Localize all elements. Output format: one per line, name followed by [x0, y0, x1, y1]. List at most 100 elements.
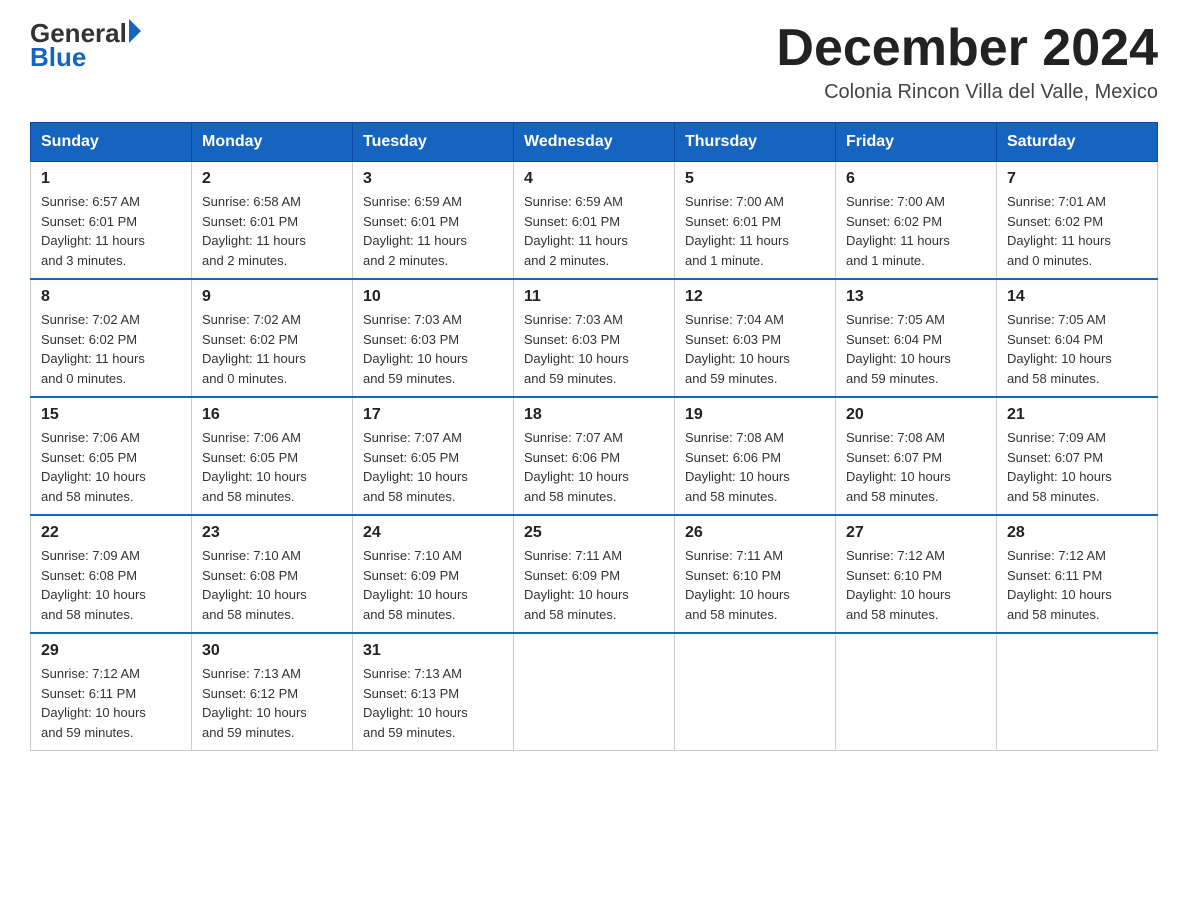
cell-week5-day3 [514, 633, 675, 751]
day-info: Sunrise: 7:12 AM Sunset: 6:11 PM Dayligh… [41, 664, 181, 742]
cell-week4-day4: 26 Sunrise: 7:11 AM Sunset: 6:10 PM Dayli… [675, 515, 836, 633]
cell-week2-day6: 14 Sunrise: 7:05 AM Sunset: 6:04 PM Dayli… [997, 279, 1158, 397]
day-info: Sunrise: 6:58 AM Sunset: 6:01 PM Dayligh… [202, 192, 342, 270]
header-thursday: Thursday [675, 123, 836, 162]
cell-week3-day4: 19 Sunrise: 7:08 AM Sunset: 6:06 PM Dayli… [675, 397, 836, 515]
day-number: 28 [1007, 524, 1147, 542]
header-friday: Friday [836, 123, 997, 162]
cell-week4-day3: 25Sunrise: 7:11 AM Sunset: 6:09 PM Dayli… [514, 515, 675, 633]
day-number: 10 [363, 288, 503, 306]
cell-week3-day1: 16 Sunrise: 7:06 AM Sunset: 6:05 PM Dayli… [192, 397, 353, 515]
cell-week4-day2: 24Sunrise: 7:10 AM Sunset: 6:09 PM Dayli… [353, 515, 514, 633]
day-info: Sunrise: 7:01 AM Sunset: 6:02 PM Dayligh… [1007, 192, 1147, 270]
logo-icon: General Blue [30, 20, 141, 70]
day-number: 4 [524, 170, 664, 188]
day-number: 9 [202, 288, 342, 306]
day-info: Sunrise: 7:03 AM Sunset: 6:03 PM Dayligh… [524, 310, 664, 388]
header-saturday: Saturday [997, 123, 1158, 162]
cell-week1-day4: 5 Sunrise: 7:00 AM Sunset: 6:01 PM Daylig… [675, 162, 836, 280]
header-sunday: Sunday [31, 123, 192, 162]
day-info: Sunrise: 6:57 AM Sunset: 6:01 PM Dayligh… [41, 192, 181, 270]
day-info: Sunrise: 7:06 AM Sunset: 6:05 PM Dayligh… [41, 428, 181, 506]
day-number: 6 [846, 170, 986, 188]
cell-week3-day5: 20Sunrise: 7:08 AM Sunset: 6:07 PM Dayli… [836, 397, 997, 515]
cell-week1-day2: 3Sunrise: 6:59 AM Sunset: 6:01 PM Daylig… [353, 162, 514, 280]
day-info: Sunrise: 7:08 AM Sunset: 6:06 PM Dayligh… [685, 428, 825, 506]
location: Colonia Rincon Villa del Valle, Mexico [776, 81, 1158, 104]
day-number: 12 [685, 288, 825, 306]
cell-week1-day0: 1 Sunrise: 6:57 AM Sunset: 6:01 PM Daylig… [31, 162, 192, 280]
day-number: 30 [202, 642, 342, 660]
cell-week1-day6: 7 Sunrise: 7:01 AM Sunset: 6:02 PM Daylig… [997, 162, 1158, 280]
header-wednesday: Wednesday [514, 123, 675, 162]
day-number: 7 [1007, 170, 1147, 188]
day-number: 18 [524, 406, 664, 424]
cell-week2-day3: 11 Sunrise: 7:03 AM Sunset: 6:03 PM Dayli… [514, 279, 675, 397]
cell-week2-day4: 12 Sunrise: 7:04 AM Sunset: 6:03 PM Dayli… [675, 279, 836, 397]
day-info: Sunrise: 7:02 AM Sunset: 6:02 PM Dayligh… [41, 310, 181, 388]
day-info: Sunrise: 7:13 AM Sunset: 6:12 PM Dayligh… [202, 664, 342, 742]
header-tuesday: Tuesday [353, 123, 514, 162]
cell-week4-day1: 23 Sunrise: 7:10 AM Sunset: 6:08 PM Dayli… [192, 515, 353, 633]
day-number: 11 [524, 288, 664, 306]
week-row-2: 8 Sunrise: 7:02 AM Sunset: 6:02 PM Daylig… [31, 279, 1158, 397]
cell-week4-day6: 28Sunrise: 7:12 AM Sunset: 6:11 PM Dayli… [997, 515, 1158, 633]
day-info: Sunrise: 7:10 AM Sunset: 6:08 PM Dayligh… [202, 546, 342, 624]
day-number: 8 [41, 288, 181, 306]
day-number: 21 [1007, 406, 1147, 424]
cell-week4-day0: 22Sunrise: 7:09 AM Sunset: 6:08 PM Dayli… [31, 515, 192, 633]
week-row-3: 15 Sunrise: 7:06 AM Sunset: 6:05 PM Dayli… [31, 397, 1158, 515]
cell-week2-day0: 8 Sunrise: 7:02 AM Sunset: 6:02 PM Daylig… [31, 279, 192, 397]
week-row-1: 1 Sunrise: 6:57 AM Sunset: 6:01 PM Daylig… [31, 162, 1158, 280]
day-number: 2 [202, 170, 342, 188]
cell-week5-day2: 31 Sunrise: 7:13 AM Sunset: 6:13 PM Dayli… [353, 633, 514, 751]
day-number: 24 [363, 524, 503, 542]
day-info: Sunrise: 7:07 AM Sunset: 6:06 PM Dayligh… [524, 428, 664, 506]
day-number: 15 [41, 406, 181, 424]
day-number: 3 [363, 170, 503, 188]
day-number: 31 [363, 642, 503, 660]
day-number: 19 [685, 406, 825, 424]
day-info: Sunrise: 7:00 AM Sunset: 6:02 PM Dayligh… [846, 192, 986, 270]
day-info: Sunrise: 7:07 AM Sunset: 6:05 PM Dayligh… [363, 428, 503, 506]
day-info: Sunrise: 7:06 AM Sunset: 6:05 PM Dayligh… [202, 428, 342, 506]
day-number: 14 [1007, 288, 1147, 306]
day-number: 16 [202, 406, 342, 424]
title-block: December 2024 Colonia Rincon Villa del V… [776, 20, 1158, 104]
cell-week1-day1: 2 Sunrise: 6:58 AM Sunset: 6:01 PM Daylig… [192, 162, 353, 280]
day-info: Sunrise: 7:05 AM Sunset: 6:04 PM Dayligh… [1007, 310, 1147, 388]
page-header: General Blue December 2024 Colonia Rinco… [30, 20, 1158, 104]
cell-week3-day3: 18 Sunrise: 7:07 AM Sunset: 6:06 PM Dayli… [514, 397, 675, 515]
day-number: 26 [685, 524, 825, 542]
cell-week5-day0: 29 Sunrise: 7:12 AM Sunset: 6:11 PM Dayli… [31, 633, 192, 751]
day-number: 5 [685, 170, 825, 188]
cell-week1-day5: 6 Sunrise: 7:00 AM Sunset: 6:02 PM Daylig… [836, 162, 997, 280]
day-number: 17 [363, 406, 503, 424]
cell-week5-day5 [836, 633, 997, 751]
day-info: Sunrise: 7:11 AM Sunset: 6:09 PM Dayligh… [524, 546, 664, 624]
cell-week5-day4 [675, 633, 836, 751]
cell-week3-day2: 17 Sunrise: 7:07 AM Sunset: 6:05 PM Dayli… [353, 397, 514, 515]
logo-text-blue: Blue [30, 44, 86, 70]
logo: General Blue [30, 20, 141, 70]
cell-week2-day5: 13Sunrise: 7:05 AM Sunset: 6:04 PM Dayli… [836, 279, 997, 397]
week-row-5: 29 Sunrise: 7:12 AM Sunset: 6:11 PM Dayli… [31, 633, 1158, 751]
day-number: 23 [202, 524, 342, 542]
cell-week3-day6: 21Sunrise: 7:09 AM Sunset: 6:07 PM Dayli… [997, 397, 1158, 515]
day-info: Sunrise: 7:11 AM Sunset: 6:10 PM Dayligh… [685, 546, 825, 624]
day-info: Sunrise: 6:59 AM Sunset: 6:01 PM Dayligh… [524, 192, 664, 270]
day-info: Sunrise: 7:04 AM Sunset: 6:03 PM Dayligh… [685, 310, 825, 388]
header-row: Sunday Monday Tuesday Wednesday Thursday… [31, 123, 1158, 162]
day-number: 29 [41, 642, 181, 660]
day-number: 1 [41, 170, 181, 188]
cell-week5-day6 [997, 633, 1158, 751]
day-info: Sunrise: 7:02 AM Sunset: 6:02 PM Dayligh… [202, 310, 342, 388]
day-info: Sunrise: 7:03 AM Sunset: 6:03 PM Dayligh… [363, 310, 503, 388]
day-info: Sunrise: 7:00 AM Sunset: 6:01 PM Dayligh… [685, 192, 825, 270]
month-title: December 2024 [776, 20, 1158, 77]
day-number: 27 [846, 524, 986, 542]
cell-week2-day2: 10 Sunrise: 7:03 AM Sunset: 6:03 PM Dayli… [353, 279, 514, 397]
day-info: Sunrise: 7:13 AM Sunset: 6:13 PM Dayligh… [363, 664, 503, 742]
cell-week5-day1: 30 Sunrise: 7:13 AM Sunset: 6:12 PM Dayli… [192, 633, 353, 751]
day-number: 20 [846, 406, 986, 424]
